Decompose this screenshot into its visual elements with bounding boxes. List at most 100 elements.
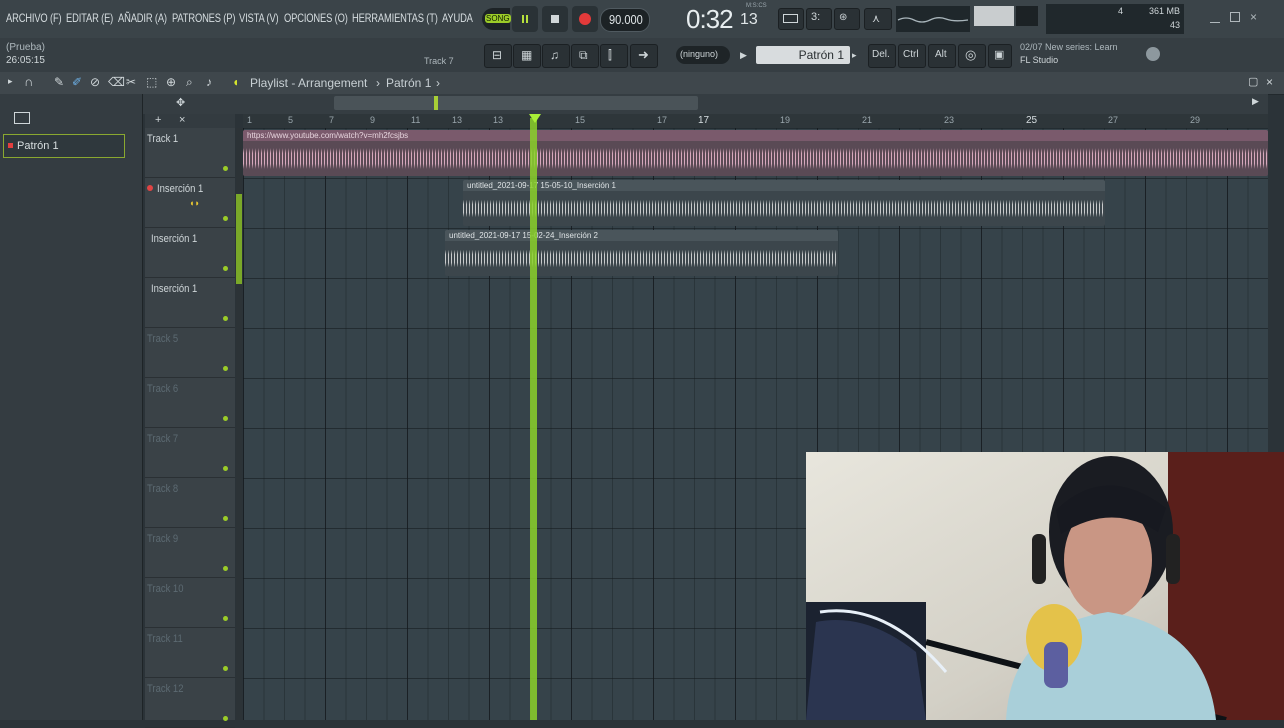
track-active-icon[interactable] bbox=[223, 366, 228, 371]
track-header-7[interactable]: Track 7 bbox=[145, 428, 235, 478]
menu-editar[interactable]: EDITAR (E) bbox=[66, 11, 113, 25]
track-header-11[interactable]: Track 11 bbox=[145, 628, 235, 678]
scroll-right-icon[interactable]: ▶ bbox=[1252, 96, 1259, 107]
breadcrumb-separator: › bbox=[376, 76, 380, 90]
add-track-icon[interactable]: + bbox=[155, 114, 161, 126]
playlist-max-icon[interactable]: ▢ bbox=[1248, 75, 1258, 88]
magnet-icon[interactable]: ∩ bbox=[24, 74, 33, 89]
track-active-icon[interactable] bbox=[223, 216, 228, 221]
track-header-9[interactable]: Track 9 bbox=[145, 528, 235, 578]
piano-roll-button[interactable]: ♫ bbox=[542, 44, 570, 68]
track-header-12[interactable]: Track 12 bbox=[145, 678, 235, 728]
song-mode-toggle[interactable]: SONG bbox=[482, 8, 511, 30]
mixer-button[interactable]: ⫿ bbox=[600, 44, 628, 68]
pattern-selector[interactable]: Patrón 1 bbox=[756, 46, 850, 64]
zoom-handle-icon[interactable]: ✥ bbox=[176, 96, 185, 109]
track-header-10[interactable]: Track 10 bbox=[145, 578, 235, 628]
arrow-right-icon[interactable]: ▸ bbox=[8, 76, 13, 87]
plugin-picker-button[interactable]: ➜ bbox=[630, 44, 658, 68]
track-header-2[interactable]: Inserción 1 ◖◗ bbox=[145, 178, 235, 228]
track-header-8[interactable]: Track 8 bbox=[145, 478, 235, 528]
del-button[interactable]: Del. bbox=[868, 44, 896, 68]
menu-archivo[interactable]: ARCHIVO (F) bbox=[6, 11, 62, 25]
menu-ayuda[interactable]: AYUDA bbox=[442, 11, 473, 25]
track-header-4[interactable]: Inserción 1 bbox=[145, 278, 235, 328]
slice-icon[interactable]: ⌫ bbox=[108, 75, 125, 89]
record-button[interactable] bbox=[572, 6, 598, 32]
midi-device-selector[interactable]: (ninguno) bbox=[676, 46, 730, 64]
track-active-icon[interactable] bbox=[223, 166, 228, 171]
clip-title: https://www.youtube.com/watch?v=mh2fcsjb… bbox=[243, 130, 1268, 141]
metronome-button[interactable]: ⋏ bbox=[864, 8, 892, 30]
ruler-mark: 9 bbox=[370, 115, 376, 125]
record-arm-icon[interactable] bbox=[147, 185, 153, 191]
audio-clip[interactable]: https://www.youtube.com/watch?v=mh2fcsjb… bbox=[243, 130, 1268, 176]
wait-record-button[interactable]: ⊛ bbox=[834, 8, 860, 30]
typing-keyboard-button[interactable]: 3: bbox=[806, 8, 832, 30]
menu-vista[interactable]: VISTA (V) bbox=[239, 11, 279, 25]
minimize-button[interactable] bbox=[1210, 14, 1220, 23]
track-header-1[interactable]: Track 1 bbox=[145, 128, 235, 178]
stop-button[interactable] bbox=[542, 6, 568, 32]
track-header-6[interactable]: Track 6 bbox=[145, 378, 235, 428]
globe-icon[interactable] bbox=[1146, 47, 1160, 61]
tempo-display[interactable]: 90.000 bbox=[600, 8, 650, 32]
mute-icon[interactable]: ✂ bbox=[126, 75, 136, 89]
track-header-3[interactable]: Inserción 1 bbox=[145, 228, 235, 278]
track-active-icon[interactable] bbox=[223, 316, 228, 321]
search-icon[interactable]: ⌕ bbox=[186, 75, 193, 90]
pattern-list-item[interactable]: Patrón 1 bbox=[3, 134, 125, 158]
track-active-icon[interactable] bbox=[223, 416, 228, 421]
track-active-icon[interactable] bbox=[223, 666, 228, 671]
master-pitch[interactable] bbox=[1016, 6, 1038, 26]
speaker-icon[interactable]: ♪ bbox=[206, 75, 212, 89]
playlist-close-icon[interactable]: × bbox=[1266, 75, 1273, 89]
hint-line1: (Prueba) bbox=[6, 42, 45, 53]
news-line1[interactable]: 02/07 New series: Learn bbox=[1020, 42, 1118, 52]
playhead[interactable] bbox=[530, 118, 537, 720]
play-button[interactable] bbox=[512, 6, 538, 32]
restore-button[interactable] bbox=[1230, 12, 1240, 22]
speaker-icon[interactable]: ◖◗ bbox=[189, 198, 200, 208]
audio-clip[interactable]: untitled_2021-09-17 15-02-24_Inserción 2 bbox=[445, 230, 838, 276]
pattern-next-button[interactable]: ▸ bbox=[852, 46, 864, 64]
menu-herramientas[interactable]: HERRAMIENTAS (T) bbox=[352, 11, 438, 25]
playlist-button[interactable]: ⊟ bbox=[484, 44, 512, 68]
delete-icon[interactable]: ⊘ bbox=[90, 75, 100, 89]
audio-clip[interactable]: untitled_2021-09-17 15-05-10_Inserción 1 bbox=[463, 180, 1105, 226]
arrow-right-icon: ➜ bbox=[638, 47, 649, 62]
pencil-icon[interactable]: ✎ bbox=[54, 75, 64, 89]
timeline-ruler[interactable]: 1 5 7 9 11 13 13 15 17 17 19 21 23 25 27… bbox=[243, 114, 1268, 129]
brush-icon[interactable]: ✐ bbox=[72, 75, 82, 89]
track-active-icon[interactable] bbox=[223, 616, 228, 621]
select-icon[interactable]: ⬚ bbox=[146, 75, 157, 89]
track-active-icon[interactable] bbox=[223, 566, 228, 571]
horizontal-scrollbar[interactable] bbox=[334, 96, 698, 110]
alt-button[interactable]: Alt bbox=[928, 44, 956, 68]
track-header-5[interactable]: Track 5 bbox=[145, 328, 235, 378]
news-button[interactable]: ▣ bbox=[988, 44, 1012, 68]
pattern-song-button[interactable] bbox=[778, 8, 804, 30]
track-active-icon[interactable] bbox=[223, 516, 228, 521]
menu-patrones[interactable]: PATRONES (P) bbox=[172, 11, 235, 25]
master-volume[interactable] bbox=[974, 6, 1014, 26]
track-label: Inserción 1 bbox=[151, 283, 198, 295]
track-active-icon[interactable] bbox=[223, 266, 228, 271]
remove-icon[interactable]: × bbox=[179, 114, 185, 126]
track-active-icon[interactable] bbox=[223, 466, 228, 471]
menu-anadir[interactable]: AÑADIR (A) bbox=[118, 11, 167, 25]
close-button[interactable]: × bbox=[1250, 11, 1262, 23]
playlist-pattern[interactable]: Patrón 1 bbox=[386, 76, 431, 90]
pattern-prev-button[interactable]: ▶ bbox=[740, 46, 752, 64]
browser-button[interactable]: ⧉ bbox=[571, 44, 599, 68]
news-line2[interactable]: FL Studio bbox=[1020, 55, 1058, 65]
piano-icon[interactable] bbox=[14, 112, 30, 124]
playhead-marker-icon[interactable] bbox=[529, 114, 541, 123]
scroll-position[interactable] bbox=[434, 96, 438, 110]
online-button[interactable]: ◎ bbox=[958, 44, 986, 68]
menu-opciones[interactable]: OPCIONES (O) bbox=[284, 11, 348, 25]
track-active-icon[interactable] bbox=[223, 716, 228, 721]
zoom-icon[interactable]: ⊕ bbox=[166, 75, 176, 89]
channel-rack-button[interactable]: ▦ bbox=[513, 44, 541, 68]
ctrl-button[interactable]: Ctrl bbox=[898, 44, 926, 68]
